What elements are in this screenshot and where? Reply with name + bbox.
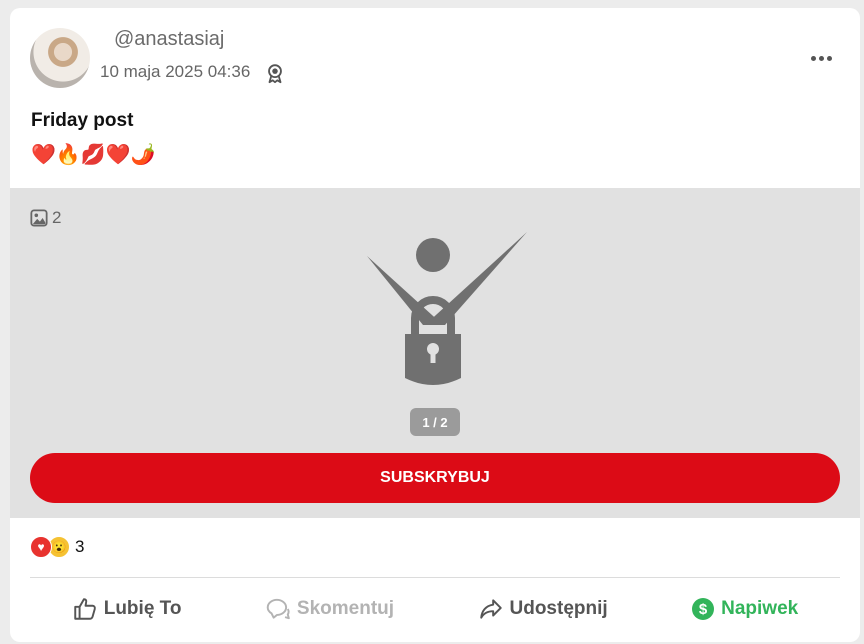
svg-text:$: $	[699, 601, 708, 618]
reaction-count: 3	[75, 537, 85, 556]
comment-button[interactable]: Skomentuj	[265, 596, 394, 622]
dollar-icon: $	[692, 598, 715, 620]
image-icon	[30, 209, 48, 227]
more-icon	[810, 55, 816, 61]
share-label: Udostępnij	[509, 598, 608, 619]
thumbs-up-icon	[73, 598, 96, 620]
image-count: 2	[30, 208, 61, 228]
tip-button[interactable]: $ Napiwek	[691, 597, 798, 621]
like-button[interactable]: Lubię To	[72, 596, 182, 622]
media-pager: 1 / 2	[410, 408, 460, 436]
post-date: 10 maja 2025 04:36	[100, 62, 251, 81]
post-text: Friday post	[31, 110, 134, 131]
lock-icon	[367, 232, 527, 385]
subscribe-button[interactable]: SUBSKRYBUJ	[30, 453, 840, 503]
like-label: Lubię To	[103, 598, 182, 619]
share-icon	[479, 599, 502, 619]
more-options-button[interactable]	[806, 48, 836, 68]
reactions-summary[interactable]: ♥ 😮 3	[30, 536, 84, 558]
post-card: @anastasiaj 10 maja 2025 04:36 Friday po…	[10, 8, 860, 642]
comment-label: Skomentuj	[296, 598, 395, 619]
avatar[interactable]	[30, 28, 90, 88]
image-count-value: 2	[52, 208, 62, 227]
action-bar: Lubię To Skomentuj Udostępnij $ Napiwek	[30, 588, 840, 630]
share-button[interactable]: Udostępnij	[478, 596, 608, 622]
post-emojis: ❤️🔥💋❤️🌶️	[31, 144, 156, 166]
divider	[30, 577, 840, 578]
username[interactable]: @anastasiaj	[114, 28, 224, 51]
locked-media[interactable]: 2 1 / 2 SUBSKRYBUJ	[10, 188, 860, 518]
tip-label: Napiwek	[721, 598, 799, 619]
award-badge-icon	[268, 64, 282, 84]
heart-reaction-icon: ♥	[30, 536, 52, 558]
comment-icon	[266, 598, 290, 620]
